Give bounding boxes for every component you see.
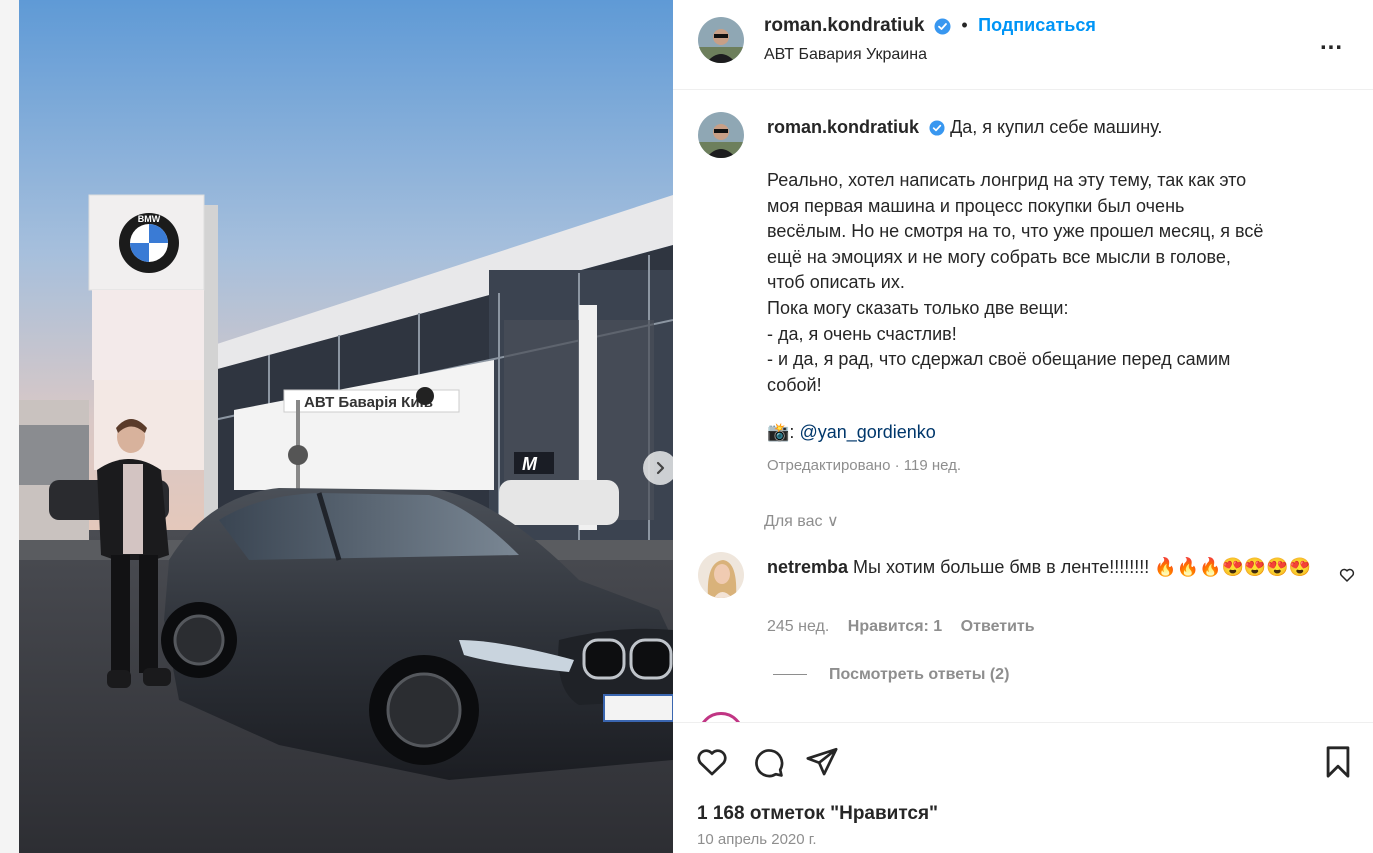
avatar-image <box>698 112 744 158</box>
like-heart-icon[interactable] <box>695 745 729 779</box>
edited-timestamp: Отредактировано · 119 нед. <box>767 457 962 474</box>
view-replies-label: Посмотреть ответы (2) <box>829 666 1010 683</box>
comment-likes-count[interactable]: Нравится: 1 <box>848 618 942 635</box>
comment-body: Мы хотим больше бмв в ленте!!!!!!!! 🔥🔥🔥😍… <box>853 557 1312 577</box>
view-replies-button[interactable]: Посмотреть ответы (2) <box>773 666 1009 684</box>
chevron-right-icon <box>656 461 665 475</box>
photo-scene: АВТ Баварія Київ BMW M <box>19 0 673 853</box>
avatar-image <box>698 552 744 598</box>
verified-badge-icon <box>934 18 951 35</box>
verified-badge-icon <box>929 120 945 136</box>
caption-head: roman.kondratiuk Да, я купил себе машину… <box>767 117 1162 138</box>
photo-credit: 📸: @yan_gordienko <box>767 422 936 443</box>
post-photo[interactable]: АВТ Баварія Київ BMW M <box>19 0 673 853</box>
save-bookmark-icon[interactable] <box>1323 745 1353 779</box>
commenter-avatar[interactable] <box>698 552 744 598</box>
header-separator: • <box>961 15 968 35</box>
share-paper-plane-icon[interactable] <box>805 745 839 779</box>
caption-author-avatar[interactable] <box>698 112 744 158</box>
post-location[interactable]: АВТ Бавария Украина <box>764 46 927 64</box>
post-side-panel: roman.kondratiuk • Подписаться АВТ Бавар… <box>673 0 1373 853</box>
post-date: 10 апрель 2020 г. <box>697 831 817 848</box>
post-header: roman.kondratiuk • Подписаться АВТ Бавар… <box>673 0 1373 90</box>
m-sign-text: M <box>522 454 538 474</box>
caption-body: Реально, хотел написать лонгрид на эту т… <box>767 170 1264 395</box>
comment-age: 245 нед. <box>767 618 830 635</box>
caption-username[interactable]: roman.kondratiuk <box>767 117 919 137</box>
bmw-logo-text: BMW <box>138 214 161 224</box>
dealer-sign-text: АВТ Баварія Київ <box>304 394 433 411</box>
camera-icon: 📸: <box>767 422 795 442</box>
bmw-logo: BMW <box>119 213 179 273</box>
post-actions: 1 168 отметок "Нравится" 10 апрель 2020 … <box>673 722 1373 853</box>
author-username[interactable]: roman.kondratiuk <box>764 15 924 36</box>
caption-first-line: Да, я купил себе машину. <box>950 117 1163 137</box>
more-options-button[interactable]: ... <box>1320 28 1343 56</box>
commenter-username[interactable]: netremba <box>767 557 848 577</box>
reply-button[interactable]: Ответить <box>961 618 1035 635</box>
comment-heart-icon[interactable] <box>1338 566 1356 584</box>
likes-count[interactable]: 1 168 отметок "Нравится" <box>697 803 938 825</box>
author-avatar[interactable] <box>698 17 744 63</box>
comment-text: netremba Мы хотим больше бмв в ленте!!!!… <box>767 554 1327 580</box>
follow-button[interactable]: Подписаться <box>978 15 1096 35</box>
screenshot-frame: АВТ Баварія Київ BMW M roman.kondratiuk … <box>0 0 1373 853</box>
replies-divider <box>773 674 807 676</box>
credit-mention-link[interactable]: @yan_gordienko <box>799 422 935 442</box>
for-you-filter[interactable]: Для вас ∨ <box>764 511 839 531</box>
header-title-line: roman.kondratiuk • Подписаться <box>764 15 1096 37</box>
next-photo-button[interactable] <box>643 451 673 485</box>
avatar-image <box>698 17 744 63</box>
comment-meta: 245 нед. Нравится: 1 Ответить <box>767 618 1049 636</box>
comment-bubble-icon[interactable] <box>751 745 785 779</box>
